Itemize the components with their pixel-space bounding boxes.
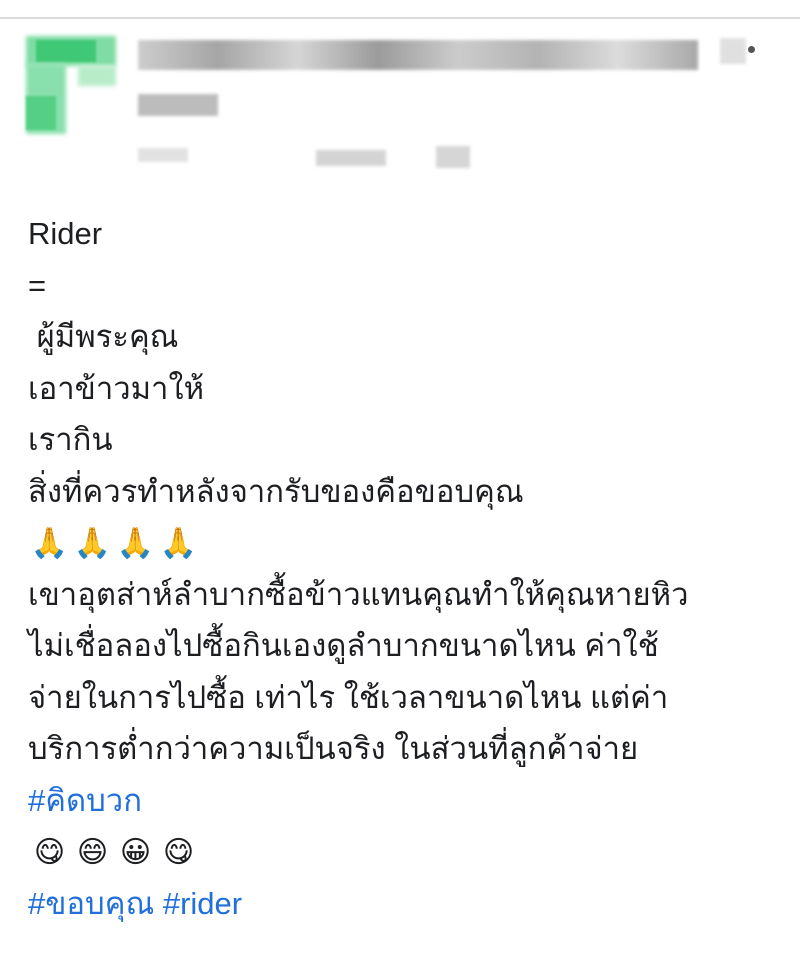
praying-hands-icon: 🙏: [116, 527, 155, 560]
avatar[interactable]: [26, 36, 116, 134]
post-line: เรากิน: [28, 422, 113, 457]
post-paragraph-line: บริการต่ำกว่าความเป็นจริง ในส่วนที่ลูกค้…: [28, 731, 639, 766]
blurred-timestamp-2: [316, 150, 386, 166]
blurred-author-name: [138, 40, 698, 70]
smile-emoji-row: 😋 😄 😀 😋: [28, 826, 788, 878]
hashtag-link[interactable]: #คิดบวก: [28, 783, 142, 818]
praying-hands-icon: 🙏: [30, 527, 69, 560]
more-options-icon[interactable]: [748, 46, 755, 53]
blurred-privacy-icon: [436, 146, 470, 168]
hashtag-link[interactable]: #ขอบคุณ: [28, 886, 154, 921]
grinning-face-icon: 😄: [76, 836, 109, 869]
praying-hands-icon: 🙏: [73, 527, 112, 560]
post-paragraph-line: จ่ายในการไปซื้อ เท่าไร ใช้เวลาขนาดไหน แต…: [28, 679, 669, 715]
post-text: Rider = ผู้มีพระคุณ เอาข้าวมาให้ เรากิน …: [28, 208, 788, 929]
praying-emoji-row: 🙏 🙏 🙏 🙏: [28, 517, 788, 569]
post-paragraph-line: เขาอุตส่าห์ลำบากซื้อข้าวแทนคุณทำให้คุณหา…: [28, 576, 689, 612]
post-line: Rider: [28, 216, 103, 251]
post-line: สิ่งที่ควรทำหลังจากรับของคือขอบคุณ: [28, 473, 524, 509]
post-paragraph-line: ไม่เชื่อลองไปซื้อกินเองดูลำบากขนาดไหน ค่…: [28, 628, 659, 663]
blurred-timestamp: [138, 148, 188, 162]
post-line: ผู้มีพระคุณ: [28, 319, 179, 354]
yum-face-icon: 😋: [162, 836, 195, 869]
hashtag-link[interactable]: #rider: [163, 886, 242, 921]
yum-face-icon: 😋: [33, 836, 66, 869]
post-line: เอาข้าวมาให้: [28, 370, 205, 406]
top-divider: [0, 17, 800, 19]
praying-hands-icon: 🙏: [159, 527, 198, 560]
blurred-author-name-2: [138, 94, 218, 116]
smiling-face-icon: 😀: [119, 836, 152, 869]
blurred-author-extra: [720, 38, 746, 64]
post-line: =: [28, 267, 47, 303]
